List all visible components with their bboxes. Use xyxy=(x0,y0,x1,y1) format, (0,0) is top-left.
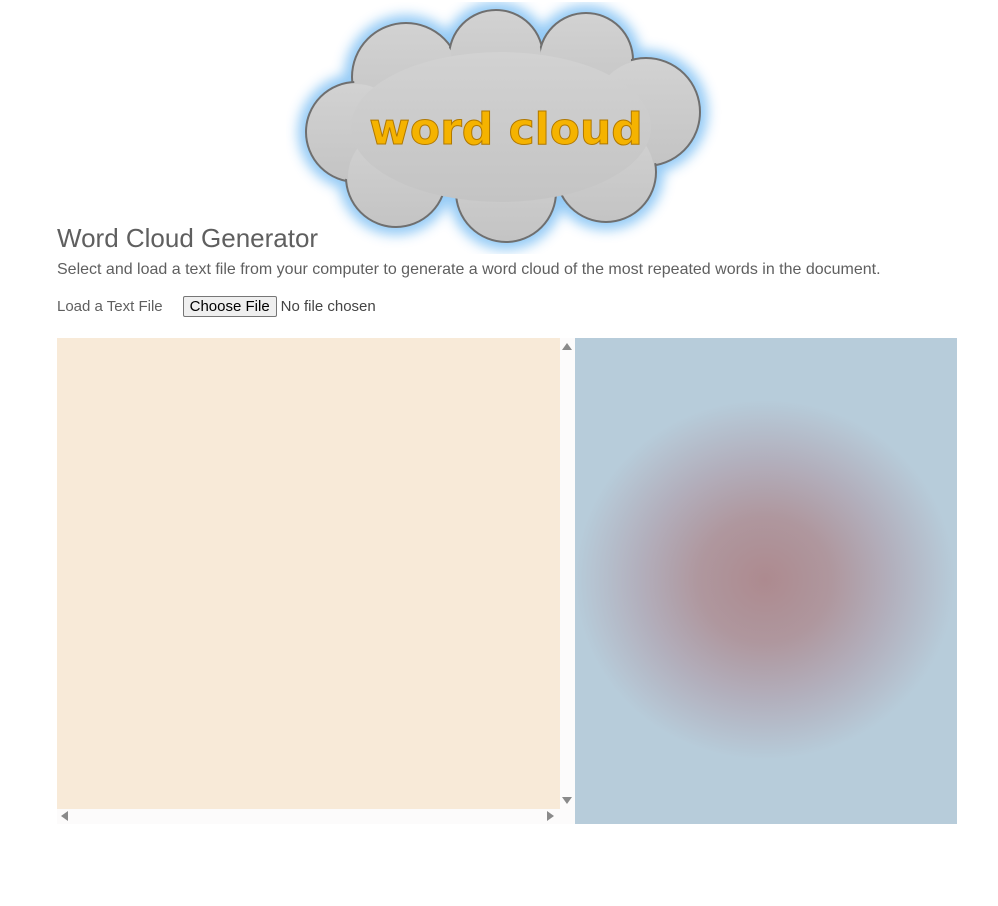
text-content-area[interactable] xyxy=(57,338,560,809)
scroll-up-arrow-icon[interactable] xyxy=(562,343,572,350)
file-input-label: Load a Text File xyxy=(57,297,163,315)
scroll-down-arrow-icon[interactable] xyxy=(562,797,572,804)
page-title: Word Cloud Generator xyxy=(57,223,319,253)
word-cloud-canvas xyxy=(575,338,957,824)
horizontal-scrollbar[interactable] xyxy=(57,809,560,824)
intro-text: Select and load a text file from your co… xyxy=(57,261,881,278)
text-pane xyxy=(57,338,575,824)
scroll-left-arrow-icon[interactable] xyxy=(61,811,68,821)
word-cloud-logo: word cloud xyxy=(286,2,724,254)
scroll-right-arrow-icon[interactable] xyxy=(547,811,554,821)
vertical-scrollbar[interactable] xyxy=(560,338,575,809)
logo-text: word cloud xyxy=(369,104,643,155)
file-status-text: No file chosen xyxy=(280,297,376,315)
file-input-row: Load a Text File Choose File No file cho… xyxy=(57,295,376,317)
choose-file-button[interactable]: Choose File xyxy=(182,295,277,317)
